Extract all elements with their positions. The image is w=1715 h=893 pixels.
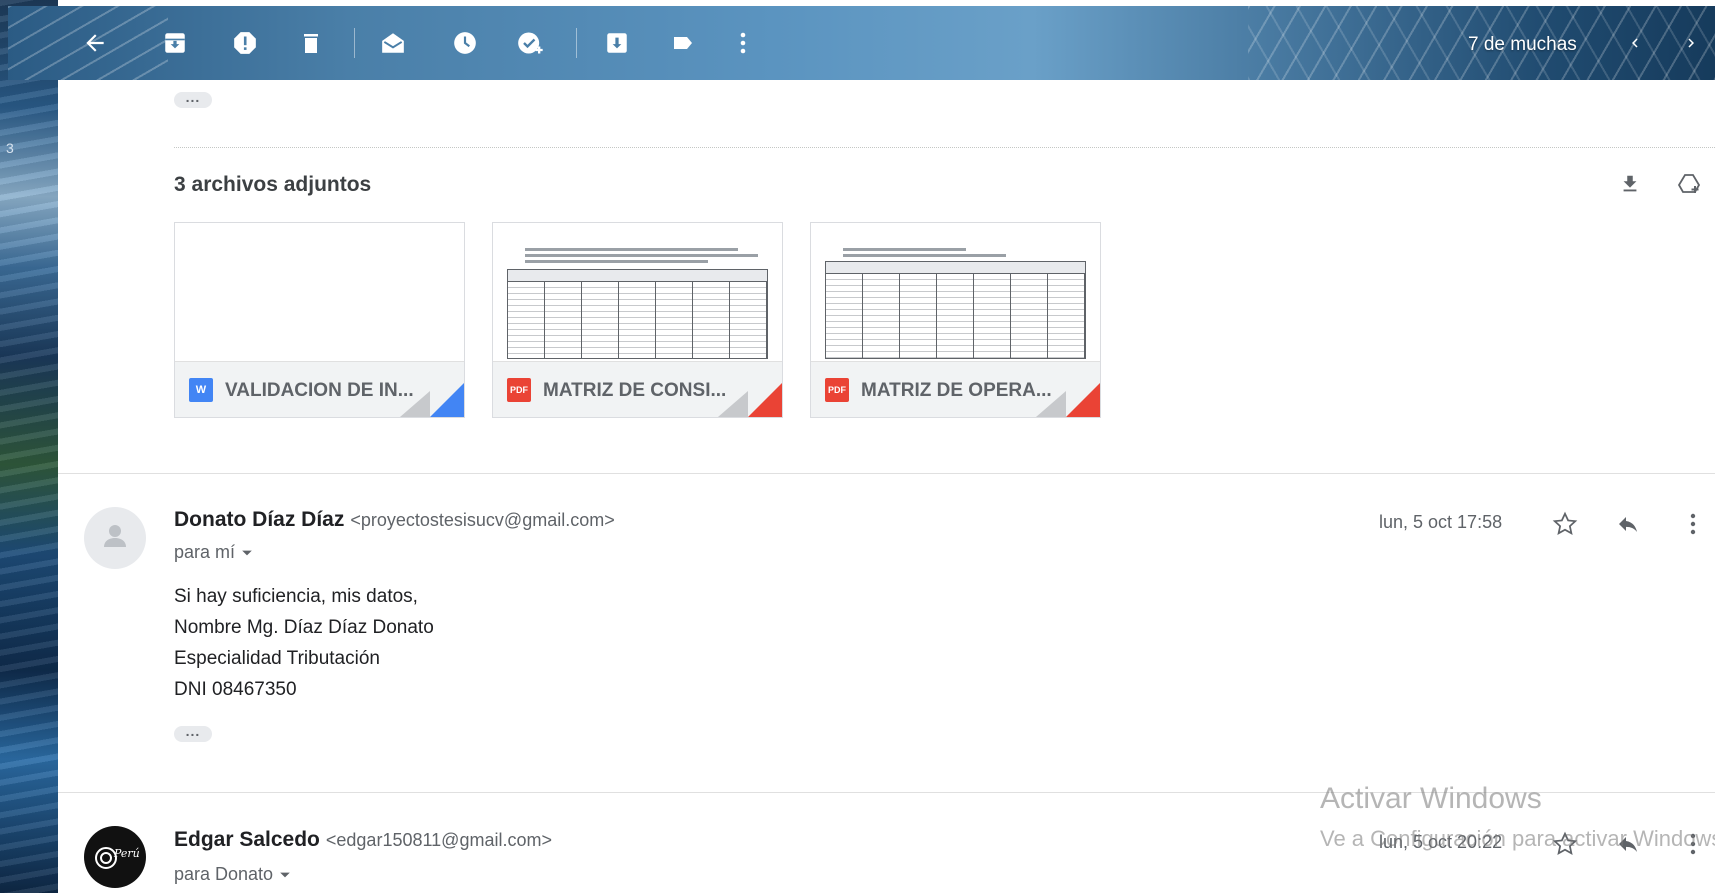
toolbar: 7 de muchas <box>8 6 1715 80</box>
show-trimmed-content-button[interactable]: ... <box>174 90 212 108</box>
pdf-icon: PDF <box>507 378 531 402</box>
message-body-line: Especialidad Tributación <box>174 648 380 669</box>
report-spam-icon[interactable] <box>230 28 260 58</box>
message-counter: 7 de muchas <box>1468 34 1577 55</box>
sender-name[interactable]: Edgar Salcedo <edgar150811@gmail.com> <box>174 828 552 852</box>
avatar[interactable]: Perú <box>84 826 146 888</box>
message-thread: ... 3 archivos adjuntos W VALIDACION DE … <box>58 80 1715 893</box>
fold-corner <box>400 391 430 417</box>
attachment-card[interactable]: W VALIDACION DE IN... <box>174 222 465 418</box>
activate-windows-subtext: Ve a Configuración para activar Windows. <box>1320 826 1715 851</box>
attachment-name: VALIDACION DE IN... <box>225 380 414 401</box>
attachment-name: MATRIZ DE CONSI... <box>543 380 727 401</box>
fold-corner <box>1036 391 1066 417</box>
sender-name-text: Edgar Salcedo <box>174 828 320 851</box>
message-body-line: DNI 08467350 <box>174 679 297 700</box>
delete-icon[interactable] <box>296 28 326 58</box>
attachments-divider <box>174 147 1715 148</box>
recipient-details[interactable]: para Donato <box>174 864 291 885</box>
attachment-preview <box>175 223 464 359</box>
recipient-text: para mí <box>174 542 236 562</box>
background-image: 3 <box>0 0 58 893</box>
word-icon: W <box>189 378 213 402</box>
message-date: lun, 5 oct 17:58 <box>1379 512 1503 532</box>
background-edge-number: 3 <box>6 140 14 156</box>
caret-down-icon <box>242 550 252 555</box>
message-divider <box>58 473 1715 474</box>
attachment-card[interactable]: PDF MATRIZ DE CONSI... <box>492 222 783 418</box>
label-icon[interactable] <box>668 28 698 58</box>
message-body-line: Si hay suficiencia, mis datos, <box>174 586 418 607</box>
toolbar-separator <box>576 28 577 58</box>
star-icon[interactable] <box>1550 509 1580 539</box>
pdf-icon: PDF <box>825 378 849 402</box>
download-all-icon[interactable] <box>1615 169 1645 199</box>
sender-email: <edgar150811@gmail.com> <box>325 830 552 850</box>
caret-down-icon <box>280 872 290 877</box>
back-arrow-icon[interactable] <box>80 28 110 58</box>
sender-name-text: Donato Díaz Díaz <box>174 508 345 531</box>
attachment-name: MATRIZ DE OPERA... <box>861 380 1052 401</box>
preview-table <box>825 261 1086 359</box>
reply-icon[interactable] <box>1613 509 1643 539</box>
recipient-text: para Donato <box>174 864 274 884</box>
mark-unread-icon[interactable] <box>378 28 408 58</box>
sender-email: <proyectostesisucv@gmail.com> <box>350 510 615 530</box>
toolbar-separator <box>354 28 355 58</box>
attachments-title: 3 archivos adjuntos <box>174 173 372 196</box>
sender-name[interactable]: Donato Díaz Díaz <proyectostesisucv@gmail… <box>174 508 615 532</box>
message-body-line: Nombre Mg. Díaz Díaz Donato <box>174 617 434 638</box>
attachment-preview <box>493 223 782 359</box>
archive-icon[interactable] <box>160 28 190 58</box>
file-type-corner <box>1066 383 1100 417</box>
attachment-preview <box>811 223 1100 359</box>
more-vert-icon[interactable] <box>1678 509 1708 539</box>
add-to-tasks-icon[interactable] <box>516 28 546 58</box>
fold-corner <box>718 391 748 417</box>
background-pattern <box>0 0 58 893</box>
newer-chevron-left-icon[interactable] <box>1620 28 1650 58</box>
recipient-details[interactable]: para mí <box>174 542 253 563</box>
preview-table <box>507 269 768 359</box>
add-to-drive-icon[interactable] <box>1675 169 1705 199</box>
file-type-corner <box>430 383 464 417</box>
move-to-icon[interactable] <box>602 28 632 58</box>
attachment-card[interactable]: PDF MATRIZ DE OPERA... <box>810 222 1101 418</box>
avatar[interactable] <box>84 507 146 569</box>
avatar-logo-text: Perú <box>113 847 140 860</box>
snooze-icon[interactable] <box>450 28 480 58</box>
activate-windows-watermark: Activar Windows <box>1320 782 1542 815</box>
older-chevron-right-icon[interactable] <box>1676 28 1706 58</box>
show-trimmed-content-button[interactable]: ... <box>174 724 212 742</box>
more-vert-icon[interactable] <box>728 28 758 58</box>
file-type-corner <box>748 383 782 417</box>
